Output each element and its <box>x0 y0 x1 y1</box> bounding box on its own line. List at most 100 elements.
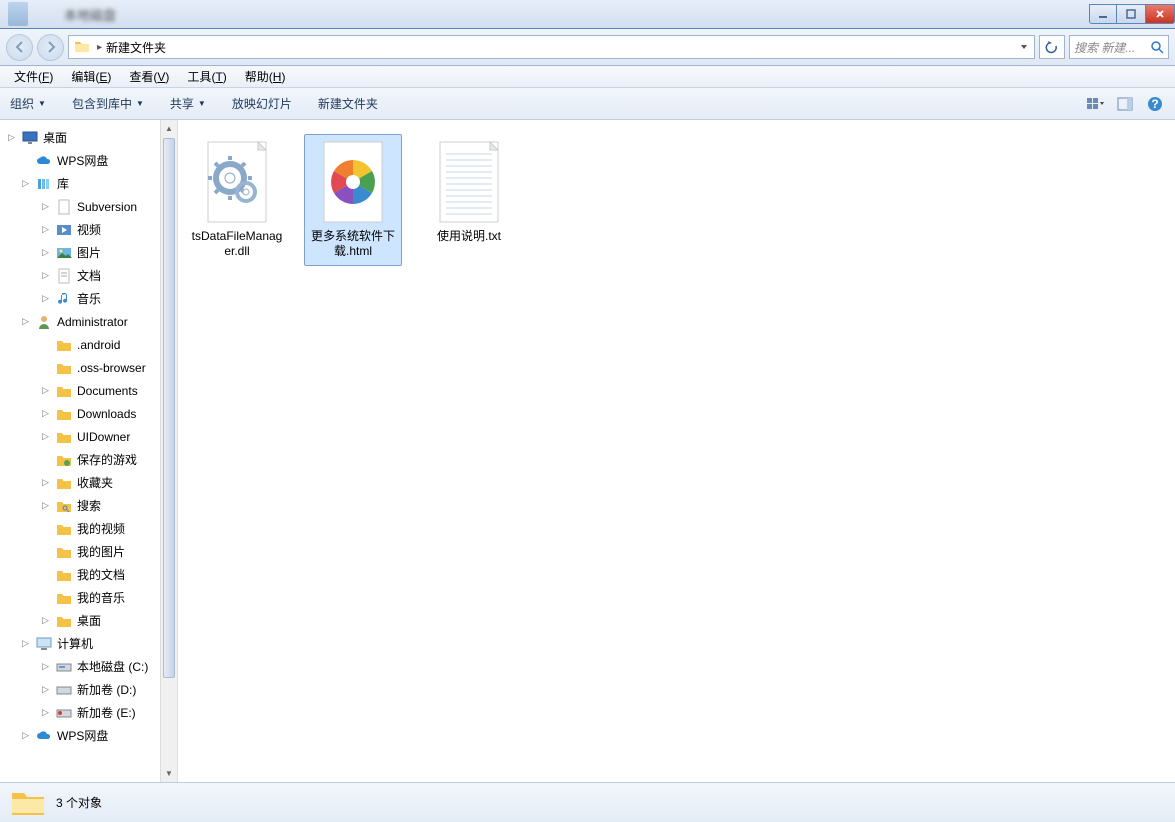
video-icon <box>55 221 73 239</box>
tree-item[interactable]: 保存的游戏 <box>0 448 160 471</box>
file-list[interactable]: tsDataFileManager.dll <box>178 120 1175 782</box>
menu-tools[interactable]: 工具(T) <box>179 66 234 87</box>
explorer-window: 本地磁盘 ▸新建文件夹 搜索 新建.. <box>0 0 1175 822</box>
folder-icon <box>55 589 73 607</box>
maximize-button[interactable] <box>1116 4 1146 24</box>
picture-icon <box>55 244 73 262</box>
folder-icon <box>55 566 73 584</box>
tree-item[interactable]: ▷UIDowner <box>0 425 160 448</box>
organize-button[interactable]: 组织▼ <box>10 95 46 112</box>
chevron-down-icon: ▼ <box>38 99 46 108</box>
refresh-button[interactable] <box>1039 35 1065 59</box>
file-item[interactable]: tsDataFileManager.dll <box>188 134 286 266</box>
drive-icon <box>55 704 73 722</box>
tree-item[interactable]: 我的音乐 <box>0 586 160 609</box>
tree-item[interactable]: .android <box>0 333 160 356</box>
file-label: 使用说明.txt <box>437 229 501 244</box>
tree-item[interactable]: 我的图片 <box>0 540 160 563</box>
titlebar: 本地磁盘 <box>0 0 1175 29</box>
forward-button[interactable] <box>37 34 64 61</box>
menu-file[interactable]: 文件(F) <box>6 66 61 87</box>
folder-icon <box>55 382 73 400</box>
tree-item[interactable]: ▷Subversion <box>0 195 160 218</box>
file-item[interactable]: 使用说明.txt <box>420 134 518 251</box>
tree-computer[interactable]: ▷计算机 <box>0 632 160 655</box>
favorites-icon <box>55 474 73 492</box>
tree-item[interactable]: ▷视频 <box>0 218 160 241</box>
menubar: 文件(F) 编辑(E) 查看(V) 工具(T) 帮助(H) <box>0 66 1175 88</box>
tree-item[interactable]: ▷桌面 <box>0 609 160 632</box>
folder-icon <box>55 336 73 354</box>
help-button[interactable]: ? <box>1145 94 1165 114</box>
search-input[interactable]: 搜索 新建... <box>1069 35 1169 59</box>
tree-item[interactable]: ▷收藏夹 <box>0 471 160 494</box>
tree-drive-e[interactable]: ▷新加卷 (E:) <box>0 701 160 724</box>
user-icon <box>35 313 53 331</box>
chevron-down-icon: ▼ <box>198 99 206 108</box>
toolbar: 组织▼ 包含到库中▼ 共享▼ 放映幻灯片 新建文件夹 ? <box>0 88 1175 120</box>
folder-icon <box>55 428 73 446</box>
dll-file-icon <box>200 139 274 225</box>
folder-icon <box>55 359 73 377</box>
document-icon <box>55 198 73 216</box>
window-title: 本地磁盘 <box>34 5 1090 24</box>
menu-help[interactable]: 帮助(H) <box>237 66 294 87</box>
menu-view[interactable]: 查看(V) <box>121 66 177 87</box>
folder-icon <box>55 405 73 423</box>
html-file-icon <box>316 139 390 225</box>
cloud-icon <box>35 152 53 170</box>
statusbar: 3 个对象 <box>0 782 1175 822</box>
breadcrumb-item[interactable]: ▸新建文件夹 <box>93 39 170 56</box>
tree-item[interactable]: .oss-browser <box>0 356 160 379</box>
music-icon <box>55 290 73 308</box>
document-icon <box>55 267 73 285</box>
tree-item[interactable]: 我的文档 <box>0 563 160 586</box>
tree-libraries[interactable]: ▷库 <box>0 172 160 195</box>
scroll-down-icon[interactable]: ▼ <box>161 765 177 782</box>
tree-drive-c[interactable]: ▷本地磁盘 (C:) <box>0 655 160 678</box>
close-button[interactable] <box>1145 4 1175 24</box>
slideshow-button[interactable]: 放映幻灯片 <box>232 95 292 112</box>
address-bar[interactable]: ▸新建文件夹 <box>68 35 1035 59</box>
minimize-button[interactable] <box>1089 4 1117 24</box>
tree-item[interactable]: ▷Documents <box>0 379 160 402</box>
desktop-icon <box>21 129 39 147</box>
scroll-up-icon[interactable]: ▲ <box>161 120 177 137</box>
scroll-thumb[interactable] <box>163 138 175 678</box>
tree-drive-d[interactable]: ▷新加卷 (D:) <box>0 678 160 701</box>
search-folder-icon <box>55 497 73 515</box>
folder-icon <box>10 787 46 819</box>
file-label: tsDataFileManager.dll <box>191 229 283 259</box>
txt-file-icon <box>432 139 506 225</box>
svg-text:?: ? <box>1151 97 1158 111</box>
tree-wps2[interactable]: ▷WPS网盘 <box>0 724 160 747</box>
tree-item[interactable]: ▷音乐 <box>0 287 160 310</box>
address-dropdown[interactable] <box>1016 42 1032 52</box>
tree-item[interactable]: 我的视频 <box>0 517 160 540</box>
search-icon <box>1150 40 1164 54</box>
tree-item[interactable]: ▷搜索 <box>0 494 160 517</box>
share-button[interactable]: 共享▼ <box>170 95 206 112</box>
tree-desktop[interactable]: ▷桌面 <box>0 126 160 149</box>
folder-icon <box>55 520 73 538</box>
tree-wps[interactable]: WPS网盘 <box>0 149 160 172</box>
folder-icon <box>55 451 73 469</box>
menu-edit[interactable]: 编辑(E) <box>63 66 119 87</box>
preview-pane-button[interactable] <box>1115 94 1135 114</box>
window-controls <box>1090 4 1175 24</box>
tree-administrator[interactable]: ▷Administrator <box>0 310 160 333</box>
navigation-bar: ▸新建文件夹 搜索 新建... <box>0 29 1175 66</box>
breadcrumb-label: 新建文件夹 <box>106 39 166 56</box>
view-options-button[interactable] <box>1085 94 1105 114</box>
folder-icon <box>55 543 73 561</box>
tree-item[interactable]: ▷图片 <box>0 241 160 264</box>
file-item[interactable]: 更多系统软件下载.html <box>304 134 402 266</box>
folder-icon <box>73 38 91 56</box>
navigation-pane: ▷桌面 WPS网盘 ▷库 ▷Subversion ▷视频 ▷图片 ▷文档 ▷音乐… <box>0 120 178 782</box>
tree-item[interactable]: ▷Downloads <box>0 402 160 425</box>
back-button[interactable] <box>6 34 33 61</box>
new-folder-button[interactable]: 新建文件夹 <box>318 95 378 112</box>
sidebar-scrollbar[interactable]: ▲ ▼ <box>160 120 177 782</box>
tree-item[interactable]: ▷文档 <box>0 264 160 287</box>
include-library-button[interactable]: 包含到库中▼ <box>72 95 144 112</box>
